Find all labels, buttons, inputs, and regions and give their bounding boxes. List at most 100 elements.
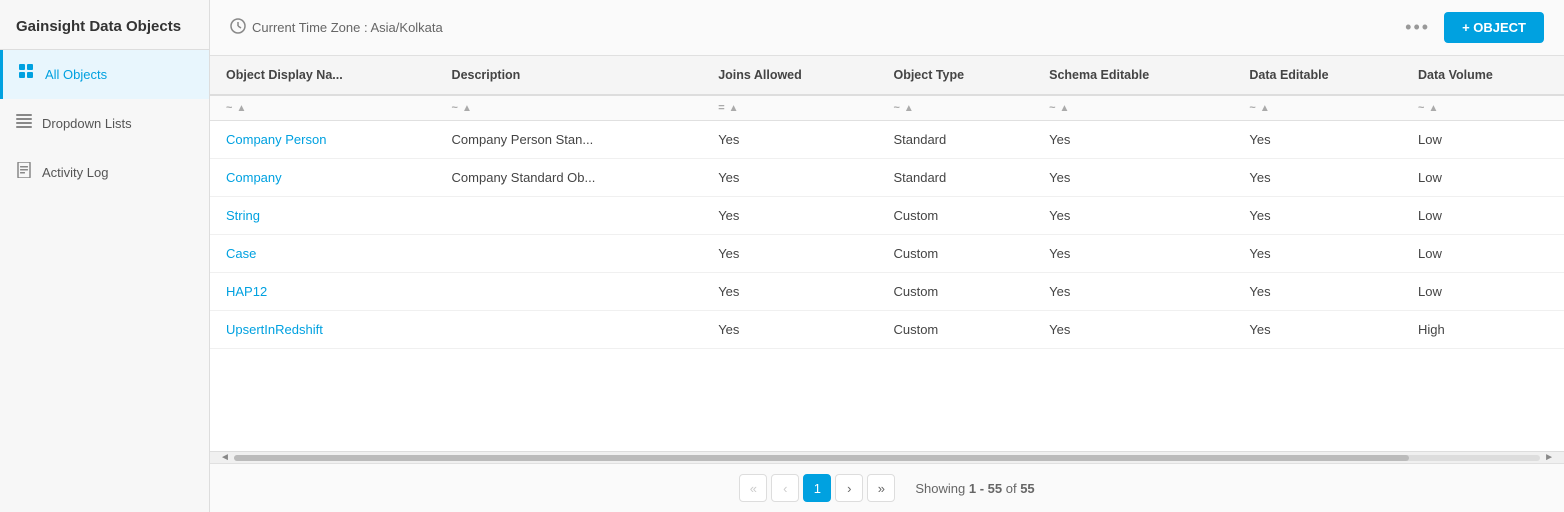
table-row: HAP12 Yes Custom Yes Yes Low	[210, 273, 1564, 311]
cell-object-type: Standard	[877, 159, 1033, 197]
scroll-left-arrow[interactable]: ◄	[220, 452, 230, 463]
data-table: Object Display Na... Description Joins A…	[210, 56, 1564, 349]
cell-name[interactable]: String	[210, 197, 436, 235]
cell-name[interactable]: Company Person	[210, 121, 436, 159]
cell-data-editable: Yes	[1233, 311, 1402, 349]
sort-arrow-icon: ▲	[904, 103, 914, 114]
filter-icon: ~	[893, 102, 899, 114]
toolbar: Current Time Zone : Asia/Kolkata ••• + O…	[210, 0, 1564, 56]
filter-icon: ~	[226, 102, 232, 114]
sidebar-item-dropdown-lists[interactable]: Dropdown Lists	[0, 99, 209, 148]
cell-schema-editable: Yes	[1033, 159, 1233, 197]
filter-row: ~ ▲ ~ ▲ = ▲	[210, 95, 1564, 121]
cell-data-volume: Low	[1402, 197, 1564, 235]
cell-data-editable: Yes	[1233, 121, 1402, 159]
add-object-button[interactable]: + OBJECT	[1444, 12, 1544, 43]
cell-description	[436, 197, 703, 235]
cell-object-type: Custom	[877, 197, 1033, 235]
filter-data-volume: ~ ▲	[1402, 95, 1564, 121]
cell-data-volume: Low	[1402, 235, 1564, 273]
cell-object-type: Custom	[877, 235, 1033, 273]
col-header-data-editable: Data Editable	[1233, 56, 1402, 95]
cell-joins-allowed: Yes	[702, 159, 877, 197]
filter-description: ~ ▲	[436, 95, 703, 121]
cell-schema-editable: Yes	[1033, 121, 1233, 159]
cell-description: Company Standard Ob...	[436, 159, 703, 197]
filter-schema-editable: ~ ▲	[1033, 95, 1233, 121]
filter-icon: ~	[1418, 102, 1424, 114]
timezone-label: Current Time Zone : Asia/Kolkata	[252, 20, 443, 35]
sort-arrow-icon: ▲	[1260, 103, 1270, 114]
sidebar-item-label: All Objects	[45, 67, 107, 82]
sidebar-item-all-objects[interactable]: All Objects	[0, 50, 209, 99]
col-header-schema-editable: Schema Editable	[1033, 56, 1233, 95]
sort-arrow-icon: ▲	[1060, 103, 1070, 114]
cell-schema-editable: Yes	[1033, 273, 1233, 311]
table-row: String Yes Custom Yes Yes Low	[210, 197, 1564, 235]
cell-name[interactable]: HAP12	[210, 273, 436, 311]
col-header-joins-allowed: Joins Allowed	[702, 56, 877, 95]
filter-name: ~ ▲	[210, 95, 436, 121]
cell-schema-editable: Yes	[1033, 311, 1233, 349]
cell-description: Company Person Stan...	[436, 121, 703, 159]
table-row: Company Person Company Person Stan... Ye…	[210, 121, 1564, 159]
col-header-data-volume: Data Volume	[1402, 56, 1564, 95]
scroll-right-arrow[interactable]: ►	[1544, 452, 1554, 463]
cell-data-volume: Low	[1402, 159, 1564, 197]
cell-data-editable: Yes	[1233, 273, 1402, 311]
cell-data-volume: High	[1402, 311, 1564, 349]
cell-data-volume: Low	[1402, 273, 1564, 311]
cell-joins-allowed: Yes	[702, 273, 877, 311]
sort-arrow-icon: ▲	[462, 103, 472, 114]
grid-icon	[19, 64, 35, 85]
cell-description	[436, 311, 703, 349]
cell-data-editable: Yes	[1233, 197, 1402, 235]
cell-name[interactable]: Company	[210, 159, 436, 197]
timezone-info: Current Time Zone : Asia/Kolkata	[230, 18, 443, 37]
sort-arrow-icon: ▲	[236, 103, 246, 114]
cell-data-volume: Low	[1402, 121, 1564, 159]
scroll-thumb	[234, 455, 1410, 461]
table-row: Case Yes Custom Yes Yes Low	[210, 235, 1564, 273]
cell-joins-allowed: Yes	[702, 235, 877, 273]
cell-schema-editable: Yes	[1033, 235, 1233, 273]
pagination-bar: « ‹ 1 › » Showing 1 - 55 of 55	[210, 463, 1564, 512]
cell-name[interactable]: UpsertInRedshift	[210, 311, 436, 349]
column-header-row: Object Display Na... Description Joins A…	[210, 56, 1564, 95]
sort-arrow-icon: ▲	[1428, 103, 1438, 114]
col-header-object-type: Object Type	[877, 56, 1033, 95]
first-page-button[interactable]: «	[739, 474, 767, 502]
horizontal-scrollbar[interactable]: ◄ ►	[210, 451, 1564, 463]
sidebar-item-activity-log[interactable]: Activity Log	[0, 148, 209, 197]
clock-icon	[230, 18, 246, 37]
prev-page-button[interactable]: ‹	[771, 474, 799, 502]
col-header-description: Description	[436, 56, 703, 95]
cell-joins-allowed: Yes	[702, 121, 877, 159]
table-row: Company Company Standard Ob... Yes Stand…	[210, 159, 1564, 197]
scroll-track	[234, 455, 1540, 461]
filter-icon: ~	[452, 102, 458, 114]
filter-icon: ~	[1049, 102, 1055, 114]
sidebar-item-label: Dropdown Lists	[42, 116, 132, 131]
last-page-button[interactable]: »	[867, 474, 895, 502]
cell-data-editable: Yes	[1233, 159, 1402, 197]
cell-description	[436, 273, 703, 311]
sort-arrow-icon: ▲	[729, 103, 739, 114]
filter-icon: =	[718, 102, 724, 114]
cell-schema-editable: Yes	[1033, 197, 1233, 235]
cell-object-type: Standard	[877, 121, 1033, 159]
toolbar-actions: ••• + OBJECT	[1405, 12, 1544, 43]
app-title: Gainsight Data Objects	[0, 0, 209, 50]
table-row: UpsertInRedshift Yes Custom Yes Yes High	[210, 311, 1564, 349]
doc-icon	[16, 162, 32, 183]
main-content: Current Time Zone : Asia/Kolkata ••• + O…	[210, 0, 1564, 512]
filter-icon: ~	[1249, 102, 1255, 114]
sidebar-item-label: Activity Log	[42, 165, 108, 180]
cell-object-type: Custom	[877, 273, 1033, 311]
more-options-button[interactable]: •••	[1405, 17, 1430, 38]
cell-joins-allowed: Yes	[702, 311, 877, 349]
cell-name[interactable]: Case	[210, 235, 436, 273]
next-page-button[interactable]: ›	[835, 474, 863, 502]
list-icon	[16, 113, 32, 134]
page-1-button[interactable]: 1	[803, 474, 831, 502]
